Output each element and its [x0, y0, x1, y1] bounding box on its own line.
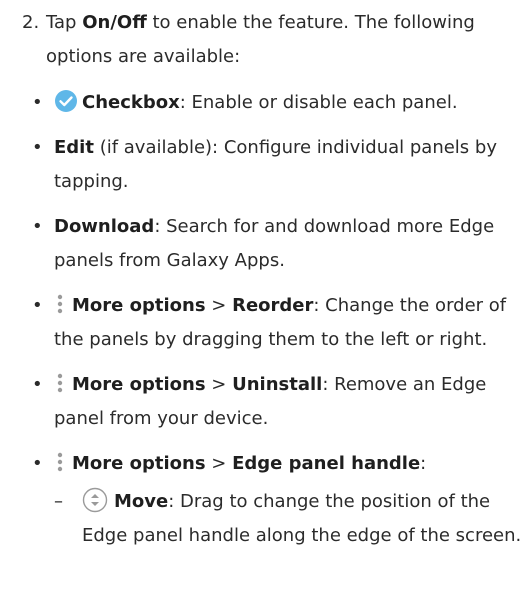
bold-term: More options: [72, 295, 206, 316]
document-page: 2. Tap On/Off to enable the feature. The…: [0, 0, 528, 609]
list-item-content: Download: Search for and download more E…: [54, 210, 522, 278]
bold-term: Edit: [54, 137, 94, 158]
list-item-uninstall: • More options > Uninstall: Remove an Ed…: [32, 368, 522, 436]
list-item-content: More options > Edge panel handle:: [54, 447, 522, 481]
list-item-download: • Download: Search for and download more…: [32, 210, 522, 278]
list-item-content: Edit (if available): Configure individua…: [54, 131, 522, 199]
list-item-content: More options > Uninstall: Remove an Edge…: [54, 368, 522, 436]
step-number: 2.: [22, 12, 40, 33]
bold-term: Move: [114, 491, 169, 512]
bold-term: Download: [54, 216, 155, 237]
list-item-checkbox: • Checkbox: Enable or disable each panel…: [32, 86, 522, 120]
bold-term: More options: [72, 374, 206, 395]
move-icon: [82, 487, 108, 513]
bold-term-2: Uninstall: [232, 374, 323, 395]
separator: >: [205, 374, 233, 395]
bold-term-2: Reorder: [232, 295, 314, 316]
list-item-content: Checkbox: Enable or disable each panel.: [54, 86, 522, 120]
bold-term-2: Edge panel handle: [232, 453, 421, 474]
bullet-dot: •: [32, 92, 43, 113]
bullet-dot: •: [32, 216, 43, 237]
more-options-icon: [54, 450, 66, 474]
sub-bullet-dash: –: [54, 491, 63, 512]
bullet-dot: •: [32, 295, 43, 316]
item-text: :: [420, 453, 427, 474]
sub-item-content: Move: Drag to change the position of the…: [82, 485, 522, 553]
bold-term: Checkbox: [82, 92, 180, 113]
list-item-edit: • Edit (if available): Configure individ…: [32, 131, 522, 199]
step-text: Tap On/Off to enable the feature. The fo…: [46, 6, 522, 74]
step-2: 2. Tap On/Off to enable the feature. The…: [22, 6, 522, 74]
list-item-content: More options > Reorder: Change the order…: [54, 289, 522, 357]
bullet-dot: •: [32, 374, 43, 395]
separator: >: [205, 295, 233, 316]
more-options-icon: [54, 292, 66, 316]
bullet-dot: •: [32, 453, 43, 474]
bold-term: More options: [72, 453, 206, 474]
more-options-icon: [54, 371, 66, 395]
sub-item-move: – Move: Drag to change the position of t…: [54, 485, 522, 553]
step-text-pre: Tap: [46, 12, 83, 33]
separator: >: [205, 453, 233, 474]
options-list: • Checkbox: Enable or disable each panel…: [32, 86, 522, 553]
item-text: (if available): Configure individual pan…: [54, 137, 497, 192]
step-bold-on-off: On/Off: [82, 12, 147, 33]
bullet-dot: •: [32, 137, 43, 158]
checkbox-icon: [54, 89, 78, 113]
item-text: : Enable or disable each panel.: [179, 92, 458, 113]
list-item-edge-panel-handle: • More options > Edge panel handle:: [32, 447, 522, 481]
list-item-reorder: • More options > Reorder: Change the ord…: [32, 289, 522, 357]
